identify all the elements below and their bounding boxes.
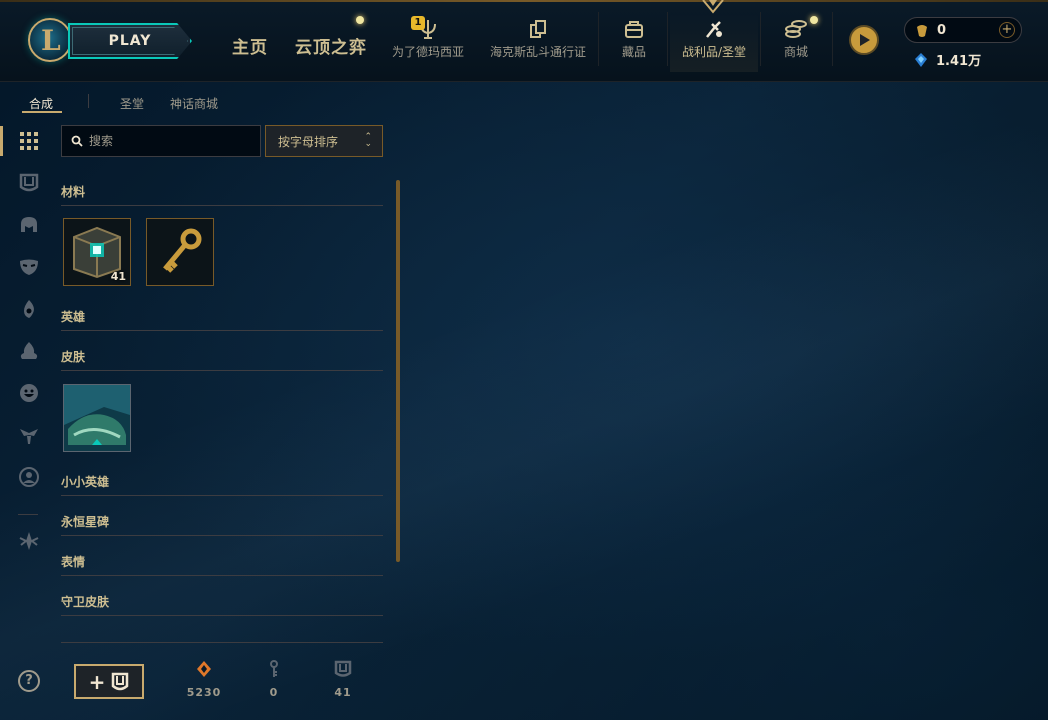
chests-stat: 41	[318, 660, 368, 699]
nav-divider	[598, 12, 599, 66]
category-header-eternals[interactable]: 永恒星碑	[61, 513, 383, 536]
nav-loot[interactable]: 战利品/圣堂	[670, 14, 758, 72]
list-divider	[61, 642, 383, 643]
profile-icon-icon[interactable]	[18, 466, 40, 488]
nav-collection-label: 藏品	[621, 45, 646, 59]
rp-wallet: 0 +	[904, 17, 1022, 43]
rp-shop-icon[interactable]	[849, 25, 879, 55]
chest-icon[interactable]	[18, 172, 40, 194]
sort-dropdown-label: 按字母排序	[278, 134, 339, 149]
tab-sanctum[interactable]: 圣堂	[120, 95, 144, 112]
subtab-divider	[88, 94, 89, 108]
rp-amount: 0	[937, 23, 947, 38]
league-logo[interactable]: L	[28, 18, 72, 62]
blue-essence-amount: 1.41万	[936, 54, 982, 69]
nav-divider	[667, 12, 668, 66]
orange-essence-stat: 5230	[179, 660, 229, 699]
category-header-emotes[interactable]: 表情	[61, 553, 383, 576]
search-icon	[71, 135, 83, 147]
helmet-icon[interactable]	[18, 214, 40, 236]
nav-divider	[760, 12, 761, 66]
nav-pass-label: 海克斯乱斗通行证	[489, 45, 586, 59]
nav-store-label: 商城	[783, 45, 808, 59]
help-button[interactable]: ?	[18, 670, 40, 692]
rail-active-indicator	[0, 126, 3, 156]
add-rp-button[interactable]: +	[999, 22, 1015, 38]
category-header-skins[interactable]: 皮肤	[61, 348, 383, 371]
pass-icon	[530, 20, 546, 38]
flame-ward-icon[interactable]	[18, 298, 40, 320]
collection-bag-icon	[625, 21, 643, 38]
category-header-little-legends[interactable]: 小小英雄	[61, 473, 383, 496]
search-input[interactable]	[89, 134, 249, 148]
category-header-champions[interactable]: 英雄	[61, 308, 383, 331]
rp-currency-icon	[917, 25, 927, 37]
chests-amount: 41	[334, 686, 352, 699]
tab-crafting-underline	[22, 111, 62, 113]
nav-tft[interactable]: 云顶之弈	[295, 33, 367, 58]
item-count: 41	[110, 270, 126, 283]
tab-mythic-shop[interactable]: 神话商城	[170, 95, 218, 112]
smiley-emote-icon[interactable]	[18, 382, 40, 404]
eternals-icon[interactable]	[18, 424, 40, 446]
blue-essence-row: 1.41万	[914, 50, 981, 69]
mask-skin-icon[interactable]	[18, 256, 40, 278]
nav-loot-label: 战利品/圣堂	[681, 45, 747, 59]
search-box[interactable]	[61, 125, 261, 157]
keys-amount: 0	[269, 686, 279, 699]
demacia-badge: 1	[411, 16, 425, 30]
keys-stat: 0	[249, 660, 299, 699]
chest-count-icon	[334, 660, 352, 677]
skin-shard-item[interactable]	[63, 384, 131, 452]
nav-demacia-label: 为了德玛西亚	[391, 45, 464, 59]
rail-divider	[18, 514, 38, 515]
active-nav-indicator	[702, 0, 724, 14]
nav-demacia[interactable]: 为了德玛西亚	[388, 14, 468, 72]
craft-plus-label: +	[88, 669, 106, 694]
loot-icon	[706, 21, 722, 38]
hextech-icon[interactable]	[18, 530, 40, 552]
store-coins-icon	[785, 20, 807, 38]
play-button[interactable]: PLAY	[68, 23, 192, 59]
hextech-chest-item[interactable]: 41	[63, 218, 131, 286]
logo-letter: L	[41, 24, 61, 57]
nav-home[interactable]: 主页	[232, 33, 268, 58]
skin-shard-art	[64, 385, 130, 451]
store-notification-dot	[810, 16, 818, 24]
emote-fire-icon[interactable]	[18, 340, 40, 362]
nav-divider	[832, 12, 833, 66]
category-header-materials[interactable]: 材料	[61, 183, 383, 206]
key-fragment-item[interactable]	[146, 218, 214, 286]
play-button-label: PLAY	[108, 33, 152, 49]
all-grid-icon[interactable]	[18, 130, 40, 152]
top-bar: L PLAY 主页 云顶之弈 为了德玛西亚 1 海克斯乱斗通行证 藏品 战利品/…	[0, 0, 1048, 82]
sort-chevron-icon: ⌃ ⌄	[364, 132, 372, 149]
tft-notification-dot	[356, 16, 364, 24]
nav-collection[interactable]: 藏品	[608, 14, 660, 72]
background-art	[0, 82, 1048, 720]
orange-essence-icon	[197, 661, 211, 677]
rp-play-icon	[860, 34, 870, 46]
nav-pass[interactable]: 海克斯乱斗通行证	[485, 14, 591, 72]
loot-scrollbar[interactable]	[396, 180, 400, 562]
category-header-ward-skins[interactable]: 守卫皮肤	[61, 593, 383, 616]
chest-outline-icon	[112, 672, 129, 690]
orange-essence-amount: 5230	[186, 686, 222, 699]
key-art	[147, 219, 213, 285]
blue-essence-icon	[915, 52, 927, 67]
sort-dropdown[interactable]: 按字母排序 ⌃ ⌄	[265, 125, 383, 157]
craft-key-button[interactable]: +	[74, 664, 144, 699]
key-icon	[270, 660, 278, 677]
tab-crafting[interactable]: 合成	[29, 95, 53, 112]
